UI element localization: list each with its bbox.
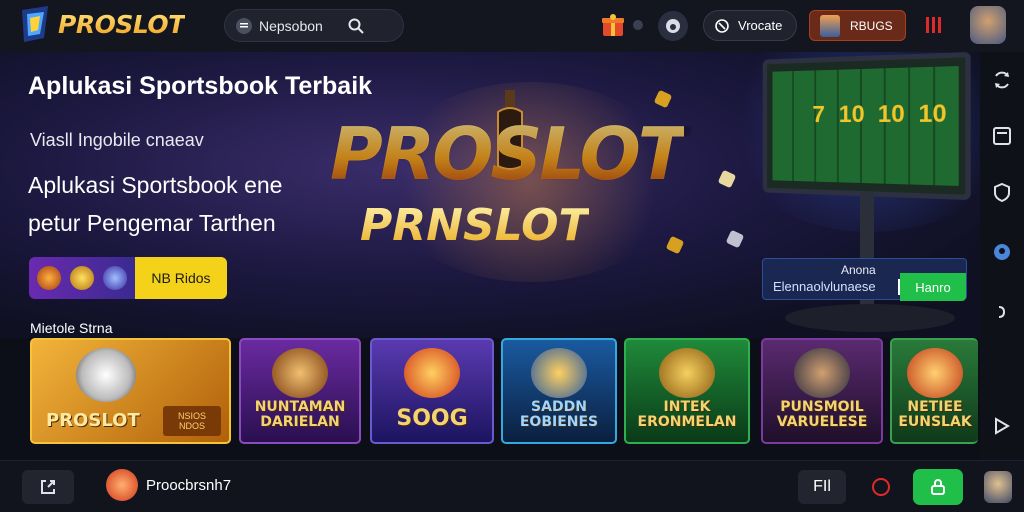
game-title: INTEK ERONMELAN (637, 399, 737, 430)
hero-character-art (794, 348, 850, 398)
brand-badge-icon (106, 469, 138, 501)
hero-subtitle: Viasll Ingobile cnaeav (30, 130, 204, 150)
search-bar[interactable]: Nepsobon (224, 9, 404, 42)
cta-line1: Anona (841, 263, 876, 277)
bottom-brand-label: Proocbrsnh7 (146, 476, 232, 494)
game-card[interactable]: PROSLOT NSIOS NDOS (30, 338, 231, 444)
sidebar-refresh-button[interactable] (990, 68, 1014, 92)
game-badge: NSIOS NDOS (163, 406, 221, 436)
lock-icon (931, 479, 945, 495)
coin-icon (69, 266, 94, 290)
refresh-icon (995, 71, 1009, 89)
emblem-art (531, 348, 587, 398)
game-card[interactable]: INTEK ERONMELAN (624, 338, 750, 444)
logo-text: PROSLOT (58, 9, 185, 39)
hero-brand-sub: PRNSLOT (360, 200, 589, 251)
hero-brand-main: PROSLOT (330, 112, 687, 196)
game-card[interactable]: PUNSMOIL VARUELESE (761, 338, 883, 444)
logo-icon (22, 6, 48, 42)
game-card[interactable]: SOOG (370, 338, 494, 444)
hero-title: Aplukasi Sportsbook Terbaik (28, 72, 373, 100)
hero-body-line2: petur Pengemar Tarthen (28, 210, 276, 236)
game-title: PROSLOT (46, 410, 140, 431)
window-icon (993, 127, 1011, 145)
promo-button[interactable]: NB Ridos (29, 257, 227, 299)
record-icon[interactable] (872, 478, 890, 496)
sidebar-location-button[interactable] (990, 240, 1014, 264)
support-icon (666, 19, 680, 33)
monitor-number: 10 (877, 100, 905, 129)
chip-decoration (725, 229, 745, 249)
promo-label: NB Ridos (135, 257, 227, 299)
user-avatar[interactable] (984, 471, 1012, 503)
language-label: Vrocate (738, 18, 783, 33)
logo[interactable]: PROSLOT (18, 6, 185, 42)
bottom-bar: Proocbrsnh7 FIl (0, 460, 1024, 512)
game-title: SADDN EOBIENES (519, 399, 599, 430)
menu-icon (236, 17, 252, 34)
monitor-number: 7 (812, 101, 825, 128)
status-dot (633, 20, 643, 30)
filter-label: FIl (813, 478, 831, 495)
monitor-number: 10 (838, 100, 865, 129)
right-sidebar (980, 52, 1024, 460)
game-title: NUNTAMAN DARIELAN (254, 399, 346, 430)
search-input[interactable]: Nepsobon (259, 18, 323, 34)
shield-icon (994, 182, 1010, 202)
wallet-button[interactable] (913, 469, 963, 505)
account-button[interactable]: RBUGS (809, 10, 906, 41)
top-bar: PROSLOT Nepsobon Vrocate RBUGS (0, 0, 1024, 52)
promo-icons (29, 257, 135, 299)
gem-icon (102, 266, 127, 290)
dice-decoration (653, 89, 673, 109)
location-icon (994, 244, 1010, 260)
profile-avatar[interactable] (970, 6, 1006, 44)
filter-button[interactable]: FIl (798, 470, 846, 504)
magic-art (404, 348, 460, 398)
game-card[interactable]: NETIEE EUNSLAK (890, 338, 978, 444)
bottom-brand[interactable]: Proocbrsnh7 (106, 469, 231, 501)
account-avatar (820, 14, 840, 37)
gift-icon[interactable] (600, 12, 626, 38)
support-button[interactable] (658, 11, 688, 41)
share-icon (998, 306, 1006, 318)
signal-icon (926, 17, 941, 33)
sidebar-play-button[interactable] (990, 414, 1014, 438)
sidebar-window-button[interactable] (990, 124, 1014, 148)
ball-art (76, 348, 136, 402)
dice-decoration (717, 169, 737, 189)
search-icon[interactable] (347, 17, 365, 35)
chest-icon (37, 266, 62, 290)
cta-panel[interactable]: Anona Elennaolvlunaese Hanro (762, 258, 967, 301)
lion-art (659, 348, 715, 398)
play-icon (995, 417, 1010, 435)
dice-decoration (665, 235, 685, 255)
location-icon (715, 18, 729, 33)
exit-icon (41, 480, 55, 494)
hero-body-line1: Aplukasi Sportsbook ene (28, 172, 283, 198)
section-title: Mietole Strna (30, 320, 113, 336)
game-card[interactable]: SADDN EOBIENES (501, 338, 617, 444)
game-title: PUNSMOIL VARUELESE (776, 399, 868, 430)
slot-monitor: 7 10 10 10 (762, 52, 971, 201)
character-art (272, 348, 328, 398)
game-list: PROSLOT NSIOS NDOS NUNTAMAN DARIELAN SOO… (0, 338, 980, 444)
account-label: RBUGS (850, 18, 893, 33)
game-card[interactable]: NUNTAMAN DARIELAN (239, 338, 361, 444)
cta-line2: Elennaolvlunaese (773, 279, 876, 294)
language-button[interactable]: Vrocate (703, 10, 797, 41)
sidebar-shield-button[interactable] (990, 180, 1014, 204)
monitor-number: 10 (918, 99, 947, 129)
sidebar-share-button[interactable] (990, 300, 1014, 324)
hero-banner[interactable]: Aplukasi Sportsbook Terbaik Viasll Ingob… (0, 52, 980, 338)
game-title: SOOG (396, 406, 468, 431)
reel-art (907, 348, 963, 398)
back-button[interactable] (22, 470, 74, 504)
game-title: NETIEE EUNSLAK (898, 399, 972, 430)
cta-button[interactable]: Hanro (900, 273, 966, 301)
